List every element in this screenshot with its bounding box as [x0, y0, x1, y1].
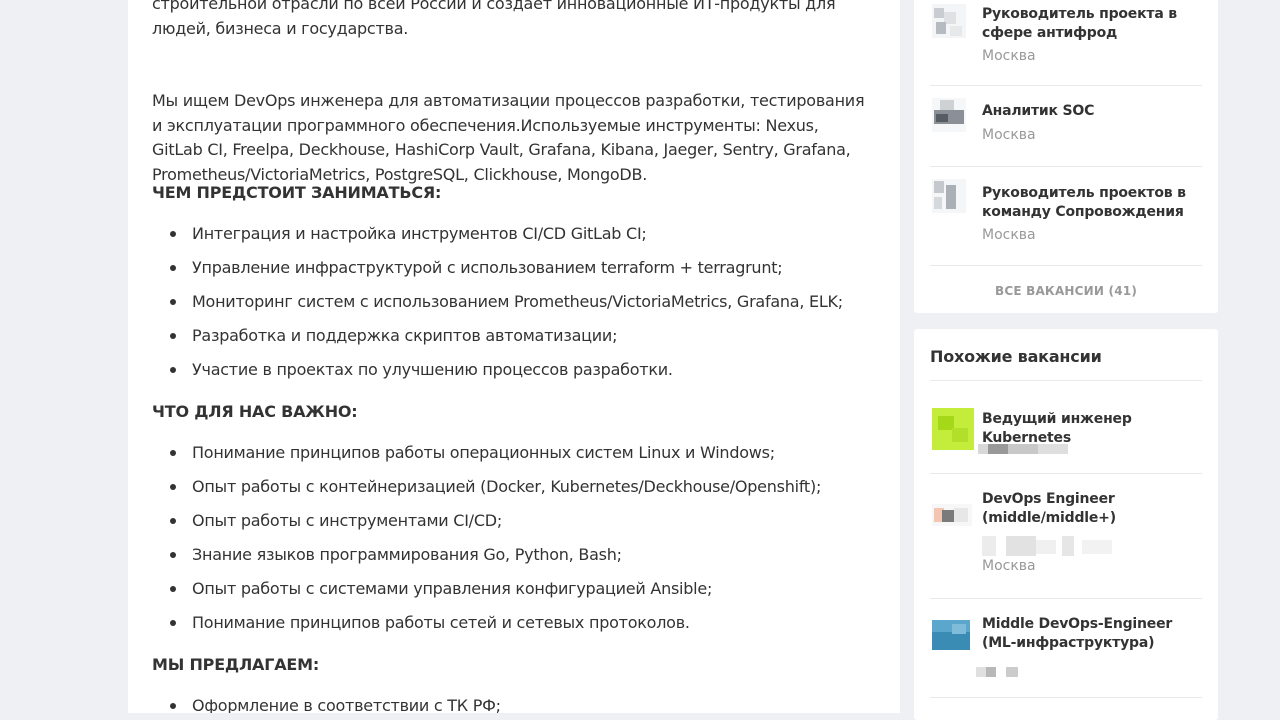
description-paragraph-1: строительной отрасли по всей России и со…	[152, 0, 836, 38]
divider	[930, 697, 1202, 698]
company-logo-icon	[932, 504, 972, 526]
similar-vacancies-title: Похожие вакансии	[930, 347, 1102, 366]
company-name-blurred	[976, 662, 1026, 677]
company-name-blurred	[978, 439, 1068, 454]
requirements-list: Понимание принципов работы операционных …	[152, 443, 872, 647]
section-heading-requirements: ЧТО ДЛЯ НАС ВАЖНО:	[152, 402, 358, 421]
vacancy-city: Москва	[982, 227, 1036, 243]
similar-vacancies-card: Похожие вакансии Ведущий инженер Kuberne…	[914, 329, 1218, 720]
vacancy-city: Москва	[982, 558, 1036, 574]
divider	[930, 598, 1202, 599]
divider	[930, 380, 1202, 381]
vacancy-city: Москва	[982, 48, 1036, 64]
offer-list: Оформление в соответствии с ТК РФ;	[152, 696, 872, 713]
list-item: Опыт работы с системами управления конфи…	[152, 579, 872, 613]
divider	[930, 166, 1202, 167]
list-item: Оформление в соответствии с ТК РФ;	[152, 696, 872, 713]
vacancy-title[interactable]: Аналитик SOC	[982, 102, 1197, 121]
divider	[930, 265, 1202, 266]
all-vacancies-link[interactable]: ВСЕ ВАКАНСИИ (41)	[930, 284, 1202, 298]
list-item: Мониторинг систем с использованием Prome…	[152, 292, 872, 326]
description-paragraph-2: Мы ищем DevOps инженера для автоматизаци…	[152, 91, 865, 184]
list-item: Управление инфраструктурой с использован…	[152, 258, 872, 292]
vacancy-description-card: строительной отрасли по всей России и со…	[128, 0, 900, 713]
vacancy-title[interactable]: Руководитель проектов в команду Сопровож…	[982, 184, 1197, 222]
company-logo-icon	[932, 620, 970, 650]
list-item: Опыт работы с инструментами CI/CD;	[152, 511, 872, 545]
duties-list: Интеграция и настройка инструментов CI/C…	[152, 224, 872, 394]
company-logo-icon	[932, 179, 966, 213]
list-item: Участие в проектах по улучшению процессо…	[152, 360, 872, 394]
company-name-blurred	[982, 536, 1122, 556]
company-logo-icon	[932, 4, 966, 38]
list-item: Опыт работы с контейнеризацией (Docker, …	[152, 477, 872, 511]
list-item: Разработка и поддержка скриптов автомати…	[152, 326, 872, 360]
vacancy-title[interactable]: Руководитель проекта в сфере антифрод	[982, 5, 1197, 43]
company-logo-icon	[932, 408, 974, 450]
section-heading-duties: ЧЕМ ПРЕДСТОИТ ЗАНИМАТЬСЯ:	[152, 183, 442, 202]
vacancy-title[interactable]: DevOps Engineer (middle/middle+)	[982, 490, 1197, 528]
list-item: Интеграция и настройка инструментов CI/C…	[152, 224, 872, 258]
divider	[930, 473, 1202, 474]
list-item: Понимание принципов работы сетей и сетев…	[152, 613, 872, 647]
vacancy-city: Москва	[982, 127, 1036, 143]
list-item: Знание языков программирования Go, Pytho…	[152, 545, 872, 579]
company-vacancies-card: Руководитель проекта в сфере антифрод Мо…	[914, 0, 1218, 313]
section-heading-offer: МЫ ПРЕДЛАГАЕМ:	[152, 655, 320, 674]
company-logo-icon	[932, 98, 966, 132]
list-item: Понимание принципов работы операционных …	[152, 443, 872, 477]
vacancy-title[interactable]: Middle DevOps-Engineer (ML-инфраструктур…	[982, 615, 1197, 653]
divider	[930, 85, 1202, 86]
